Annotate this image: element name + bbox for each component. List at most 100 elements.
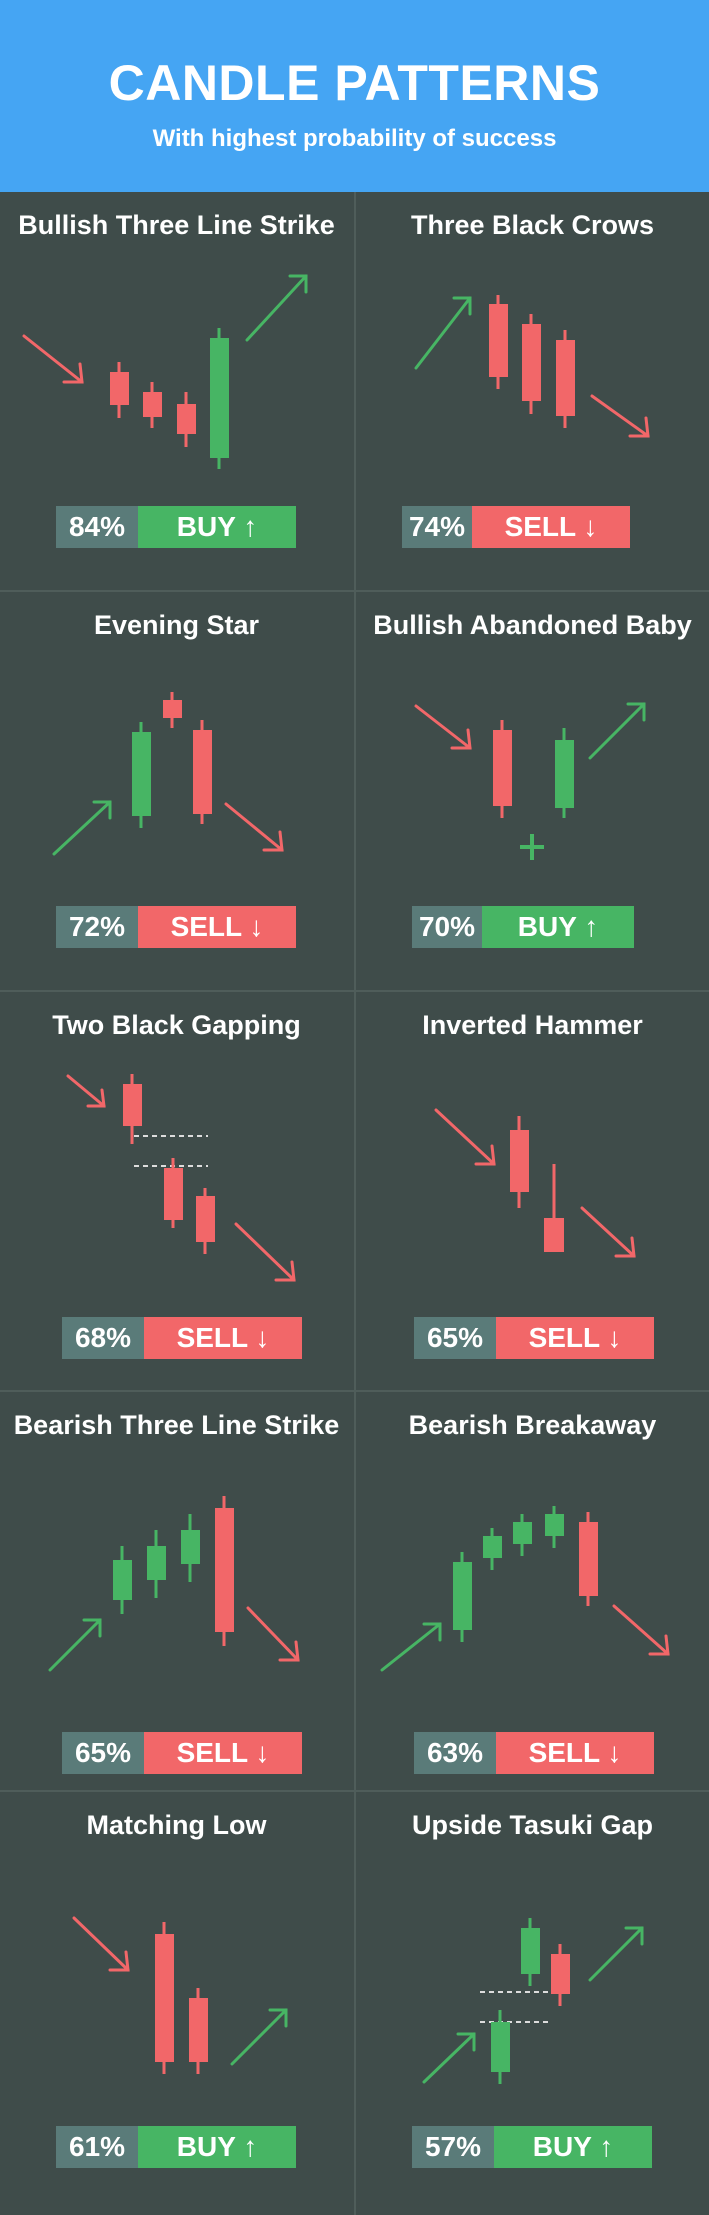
pattern-card-bearish-three-line-strike: Bearish Three Line Strike 65% SELL ↓	[0, 1392, 353, 1790]
candle-bull	[147, 1546, 166, 1580]
trend-arrow-down-icon	[224, 802, 284, 852]
doji-cross	[520, 834, 544, 860]
trend-arrow-up-icon	[48, 1618, 102, 1672]
candle-bear	[196, 1196, 215, 1242]
grid-divider-vertical	[354, 192, 356, 2215]
header-banner: CANDLE PATTERNS With highest probability…	[0, 0, 709, 192]
trend-arrow-down-icon	[580, 1206, 636, 1258]
probability-badge: 72% SELL ↓	[56, 906, 296, 948]
trend-arrow-down-icon	[414, 704, 472, 750]
pattern-card-matching-low: Matching Low 61% BUY ↑	[0, 1792, 353, 2190]
probability-badge: 57% BUY ↑	[412, 2126, 652, 2168]
trend-arrow-down-icon	[434, 1108, 496, 1166]
candle-bear	[551, 1954, 570, 1994]
probability-badge: 61% BUY ↑	[56, 2126, 296, 2168]
probability-badge: 68% SELL ↓	[62, 1317, 302, 1359]
trend-arrow-up-icon	[588, 1926, 644, 1982]
candle-bear	[556, 340, 575, 416]
candlestick-illustration	[48, 1496, 300, 1672]
success-percent: 61%	[56, 2126, 138, 2168]
trend-arrow-down-icon	[66, 1074, 106, 1108]
signal-label: SELL ↓	[496, 1317, 654, 1359]
probability-badge: 65% SELL ↓	[62, 1732, 302, 1774]
success-percent: 68%	[62, 1317, 144, 1359]
page-subtitle: With highest probability of success	[152, 125, 557, 152]
candle-bull	[453, 1562, 472, 1630]
trend-arrow-up-icon	[230, 2008, 288, 2066]
trend-arrow-down-icon	[22, 334, 84, 384]
candle-bear	[510, 1130, 529, 1192]
candle-bear	[215, 1508, 234, 1632]
candle-bull	[132, 732, 151, 816]
signal-label: SELL ↓	[472, 506, 630, 548]
trend-arrow-down-icon	[72, 1916, 130, 1972]
signal-label: BUY ↑	[138, 2126, 296, 2168]
signal-label: SELL ↓	[496, 1732, 654, 1774]
candle-bull	[483, 1536, 502, 1558]
pattern-card-upside-tasuki-gap: Upside Tasuki Gap 57% BUY ↑	[356, 1792, 709, 2190]
probability-badge: 84% BUY ↑	[56, 506, 296, 548]
signal-label: BUY ↑	[494, 2126, 652, 2168]
success-percent: 74%	[402, 506, 472, 548]
candle-bull	[210, 338, 229, 458]
success-percent: 84%	[56, 506, 138, 548]
candlestick-illustration	[380, 1506, 670, 1672]
signal-label: SELL ↓	[144, 1317, 302, 1359]
success-percent: 57%	[412, 2126, 494, 2168]
trend-arrow-up-icon	[414, 296, 472, 370]
trend-arrow-up-icon	[245, 274, 308, 342]
candle-bear	[489, 304, 508, 377]
candle-bull	[113, 1560, 132, 1600]
signal-label: SELL ↓	[138, 906, 296, 948]
trend-arrow-up-icon	[380, 1622, 442, 1672]
candle-bear	[163, 700, 182, 718]
grid-divider	[0, 1790, 709, 1792]
probability-badge: 70% BUY ↑	[412, 906, 634, 948]
candle-bear	[123, 1084, 142, 1126]
candle-bull	[181, 1530, 200, 1564]
grid-divider	[0, 590, 709, 592]
candle-bear	[189, 1998, 208, 2062]
candle-bear	[110, 372, 129, 405]
candle-bull	[521, 1928, 540, 1974]
signal-label: BUY ↑	[482, 906, 634, 948]
probability-badge: 65% SELL ↓	[414, 1317, 654, 1359]
pattern-card-three-black-crows: Three Black Crows 74% SELL ↓	[356, 192, 709, 590]
candle-bear	[193, 730, 212, 814]
candle-bull	[555, 740, 574, 808]
candle-bull	[513, 1522, 532, 1544]
candle-bear	[143, 392, 162, 417]
probability-badge: 74% SELL ↓	[402, 506, 630, 548]
trend-arrow-down-icon	[246, 1606, 300, 1662]
candle-bear	[177, 404, 196, 434]
trend-arrow-down-icon	[612, 1604, 670, 1656]
pattern-card-bullish-three-line-strike: Bullish Three Line Strike 84% BUY ↑	[0, 192, 353, 590]
candle-bear	[579, 1522, 598, 1596]
success-percent: 63%	[414, 1732, 496, 1774]
success-percent: 65%	[414, 1317, 496, 1359]
success-percent: 72%	[56, 906, 138, 948]
trend-arrow-down-icon	[234, 1222, 296, 1282]
candle-bull	[491, 2022, 510, 2072]
signal-label: SELL ↓	[144, 1732, 302, 1774]
pattern-card-bearish-breakaway: Bearish Breakaway 63% SELL ↓	[356, 1392, 709, 1790]
trend-arrow-down-icon	[590, 394, 650, 438]
trend-arrow-up-icon	[588, 702, 646, 760]
trend-arrow-up-icon	[52, 800, 112, 856]
candle-bear	[544, 1218, 564, 1252]
candle-bull	[545, 1514, 564, 1536]
grid-divider	[0, 1390, 709, 1392]
candle-bear	[164, 1168, 183, 1220]
pattern-card-inverted-hammer: Inverted Hammer 65% SELL ↓	[356, 992, 709, 1390]
candle-bear	[493, 730, 512, 806]
candle-bear	[155, 1934, 174, 2062]
pattern-card-bullish-abandoned-baby: Bullish Abandoned Baby 70% BUY ↑	[356, 592, 709, 990]
page-title: CANDLE PATTERNS	[108, 55, 601, 111]
pattern-card-evening-star: Evening Star 72% SELL ↓	[0, 592, 353, 990]
signal-label: BUY ↑	[138, 506, 296, 548]
grid-divider	[0, 990, 709, 992]
trend-arrow-up-icon	[422, 2032, 476, 2084]
pattern-card-two-black-gapping: Two Black Gapping 68% SELL ↓	[0, 992, 353, 1390]
success-percent: 70%	[412, 906, 482, 948]
success-percent: 65%	[62, 1732, 144, 1774]
